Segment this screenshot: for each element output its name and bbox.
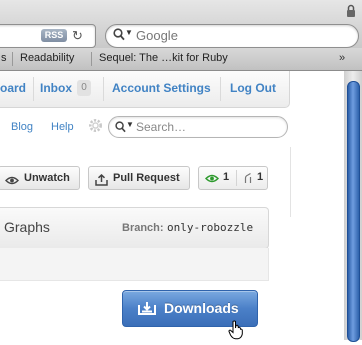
pull-request-icon (95, 172, 108, 194)
pull-request-label: Pull Request (113, 172, 180, 184)
divider (236, 170, 237, 186)
reload-icon[interactable]: ↻ (72, 28, 83, 44)
help-link[interactable]: Help (51, 121, 74, 133)
repo-tab-bar: Graphs Branch: only-robozzle (0, 207, 269, 249)
vertical-scrollbar[interactable] (344, 71, 362, 342)
bookmark-divider (91, 52, 92, 66)
inbox-count-badge: 0 (77, 80, 91, 96)
github-page: oard Inbox 0 Account Settings Log Out Bl… (0, 71, 344, 340)
sub-navigation-bar (0, 248, 269, 281)
browser-search-field[interactable]: ▼ Google (105, 24, 359, 48)
search-icon[interactable] (113, 28, 125, 46)
hand-cursor-icon (228, 320, 244, 345)
account-settings-link[interactable]: Account Settings (112, 81, 211, 95)
bookmark-partial[interactable]: s (1, 52, 7, 64)
branch-selector[interactable]: only-robozzle (167, 221, 253, 234)
unwatch-label: Unwatch (24, 172, 70, 184)
gear-icon[interactable] (88, 118, 103, 138)
divider (220, 77, 221, 101)
bookmark-divider (12, 52, 13, 66)
site-search-field[interactable]: ▼ Search… (108, 116, 288, 138)
browser-toolbar: RSS ↻ ▼ Google (0, 0, 362, 48)
site-search-placeholder: Search… (136, 120, 187, 134)
rss-button[interactable]: RSS (41, 29, 67, 42)
branch-label: Branch: (122, 222, 164, 234)
chevron-down-icon[interactable]: ▼ (125, 28, 133, 37)
download-box-icon (138, 301, 156, 318)
divider (33, 77, 34, 101)
bookmark-readability[interactable]: Readability (20, 52, 74, 64)
blog-link[interactable]: Blog (11, 121, 33, 133)
watchers-count[interactable]: 1 (223, 171, 229, 183)
bookmark-sequel[interactable]: Sequel: The …kit for Ruby (99, 52, 228, 64)
logout-link[interactable]: Log Out (230, 81, 276, 95)
browser-search-placeholder: Google (136, 28, 178, 43)
eye-icon[interactable] (204, 173, 220, 187)
fork-icon[interactable] (243, 172, 253, 187)
divider (103, 77, 104, 101)
tab-graphs[interactable]: Graphs (4, 219, 50, 235)
dashboard-link[interactable]: oard (0, 81, 26, 95)
downloads-label: Downloads (164, 300, 239, 316)
eye-icon (5, 172, 19, 194)
inbox-link[interactable]: Inbox (40, 81, 72, 95)
user-navigation-bar: oard Inbox 0 Account Settings Log Out (0, 71, 290, 108)
bookmarks-bar: s Readability Sequel: The …kit for Ruby … (0, 48, 362, 71)
search-icon[interactable] (115, 120, 126, 138)
repo-stats: 1 1 (198, 166, 268, 190)
unwatch-button[interactable]: Unwatch (0, 166, 80, 190)
scrollbar-thumb[interactable] (347, 81, 360, 342)
lock-icon (346, 4, 356, 23)
address-bar[interactable]: RSS ↻ (0, 24, 96, 48)
forks-count[interactable]: 1 (257, 171, 263, 183)
pull-request-button[interactable]: Pull Request (88, 166, 190, 190)
bookmarks-overflow-button[interactable]: » (339, 52, 345, 64)
chevron-down-icon[interactable]: ▼ (126, 120, 134, 129)
